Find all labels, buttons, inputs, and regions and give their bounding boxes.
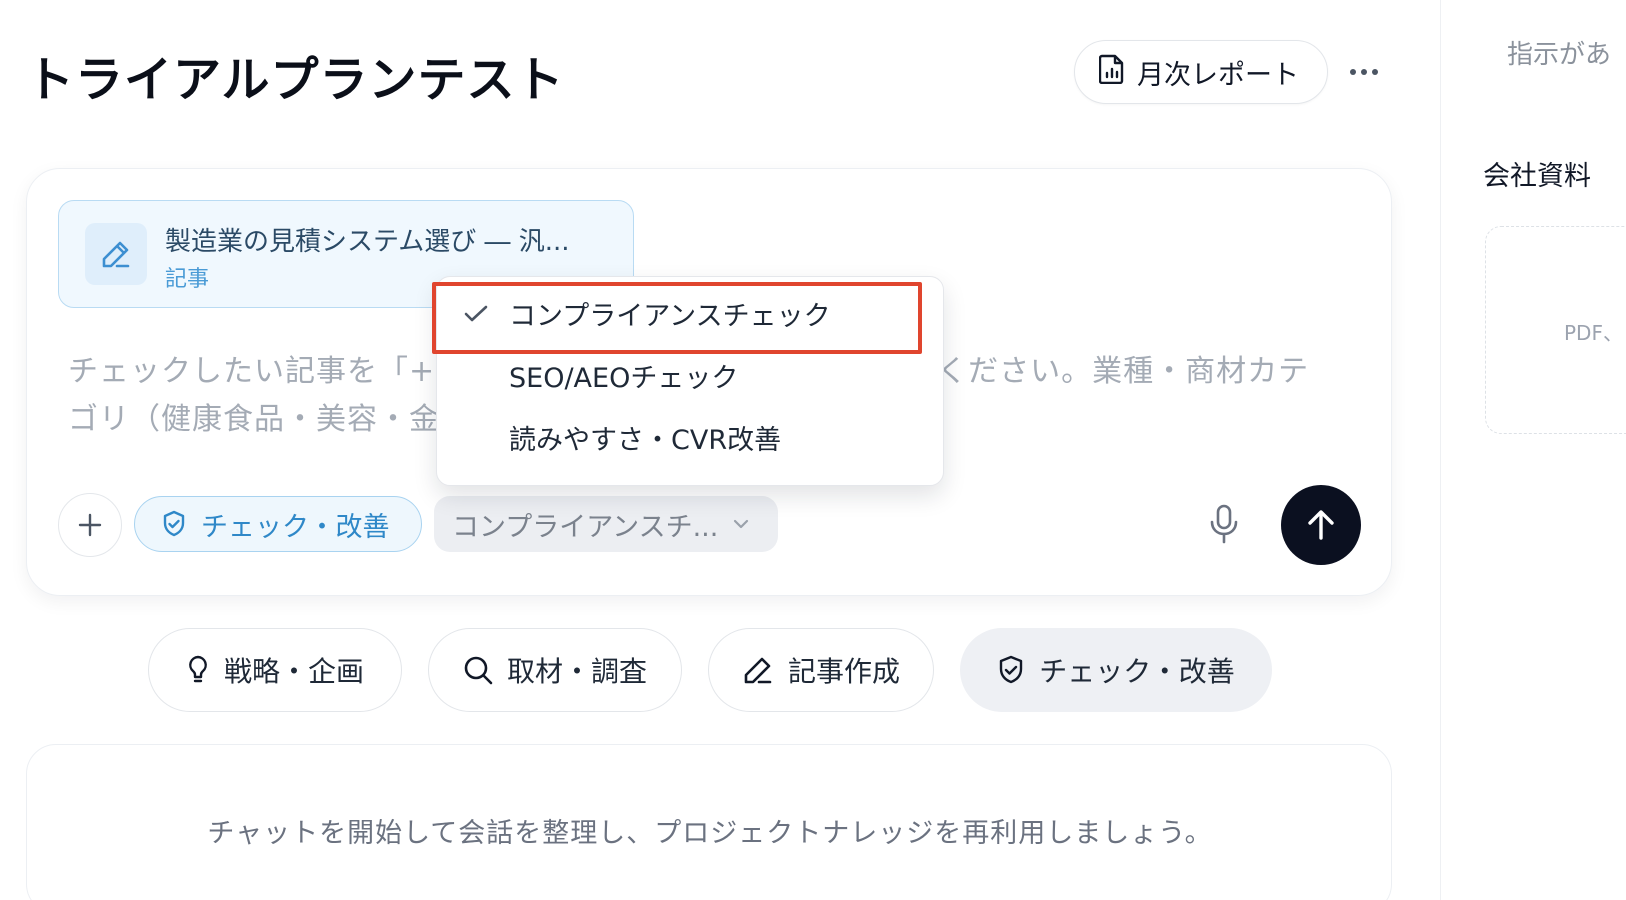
attachment-title: 製造業の見積システム選び ― 汎...: [165, 227, 570, 257]
check-type-selected: コンプライアンスチ...: [452, 511, 719, 543]
dropdown-option-label: SEO/AEOチェック: [509, 362, 739, 394]
company-docs-title: 会社資料: [1483, 161, 1591, 192]
microphone-icon: [1210, 504, 1238, 544]
shield-check-icon: [163, 510, 185, 537]
dropdown-option-label: 読みやすさ・CVR改善: [509, 424, 782, 456]
category-check-button[interactable]: チェック・改善: [960, 628, 1272, 712]
dropdown-option-readability[interactable]: 読みやすさ・CVR改善: [437, 407, 945, 467]
more-options-button[interactable]: [1344, 52, 1384, 92]
pen-icon: [85, 223, 147, 285]
dropdown-option-label: コンプライアンスチェック: [509, 300, 831, 332]
attachment-type: 記事: [165, 267, 210, 292]
check-type-select[interactable]: コンプライアンスチ...: [434, 496, 778, 552]
mode-chip-check-improve[interactable]: チェック・改善: [134, 496, 422, 552]
microphone-button[interactable]: [1200, 500, 1248, 548]
placeholder-line1-right: ください。業種・商材カテ: [937, 354, 1310, 389]
dropdown-option-compliance[interactable]: コンプライアンスチェック: [437, 283, 945, 343]
shield-check-icon: [1000, 655, 1023, 684]
send-button[interactable]: [1281, 485, 1361, 565]
search-icon: [464, 656, 493, 685]
category-label: チェック・改善: [1039, 655, 1235, 688]
category-label: 戦略・企画: [223, 655, 364, 688]
right-panel: 指示があ 会社資料 PDF、: [1440, 0, 1626, 900]
main-area: トライアルプランテスト 月次レポート 製造業の見積システム選び ― 汎... 記…: [0, 0, 1440, 900]
placeholder-line1-left: チェックしたい記事を「+: [68, 354, 436, 389]
chevron-down-icon: [734, 519, 749, 529]
drop-zone-hint: PDF、: [1564, 321, 1623, 345]
category-strategy-button[interactable]: 戦略・企画: [148, 628, 402, 712]
mode-chip-label: チェック・改善: [201, 511, 390, 543]
file-drop-zone[interactable]: PDF、: [1485, 226, 1626, 434]
checkmark-icon: [463, 301, 489, 332]
category-writing-button[interactable]: 記事作成: [708, 628, 934, 712]
category-label: 記事作成: [787, 655, 900, 688]
report-file-icon: [1098, 54, 1125, 91]
empty-state-card: チャットを開始して会話を整理し、プロジェクトナレッジを再利用しましょう。: [26, 744, 1392, 900]
lightbulb-icon: [189, 655, 207, 683]
category-label: 取材・調査: [506, 655, 647, 688]
empty-state-message: チャットを開始して会話を整理し、プロジェクトナレッジを再利用しましょう。: [207, 818, 1213, 849]
monthly-report-button[interactable]: 月次レポート: [1074, 40, 1328, 104]
pen-icon: [744, 657, 772, 684]
instruction-hint: 指示があ: [1507, 40, 1612, 70]
plus-icon: [78, 513, 102, 537]
arrow-up-icon: [1308, 510, 1334, 540]
category-research-button[interactable]: 取材・調査: [428, 628, 682, 712]
dropdown-option-seo-aeo[interactable]: SEO/AEOチェック: [437, 345, 945, 405]
more-dots-icon: [1350, 69, 1356, 75]
report-button-label: 月次レポート: [1137, 59, 1299, 91]
add-attachment-button[interactable]: [58, 493, 122, 557]
page-title: トライアルプランテスト: [26, 52, 565, 108]
check-type-dropdown: コンプライアンスチェック SEO/AEOチェック 読みやすさ・CVR改善: [436, 276, 944, 486]
